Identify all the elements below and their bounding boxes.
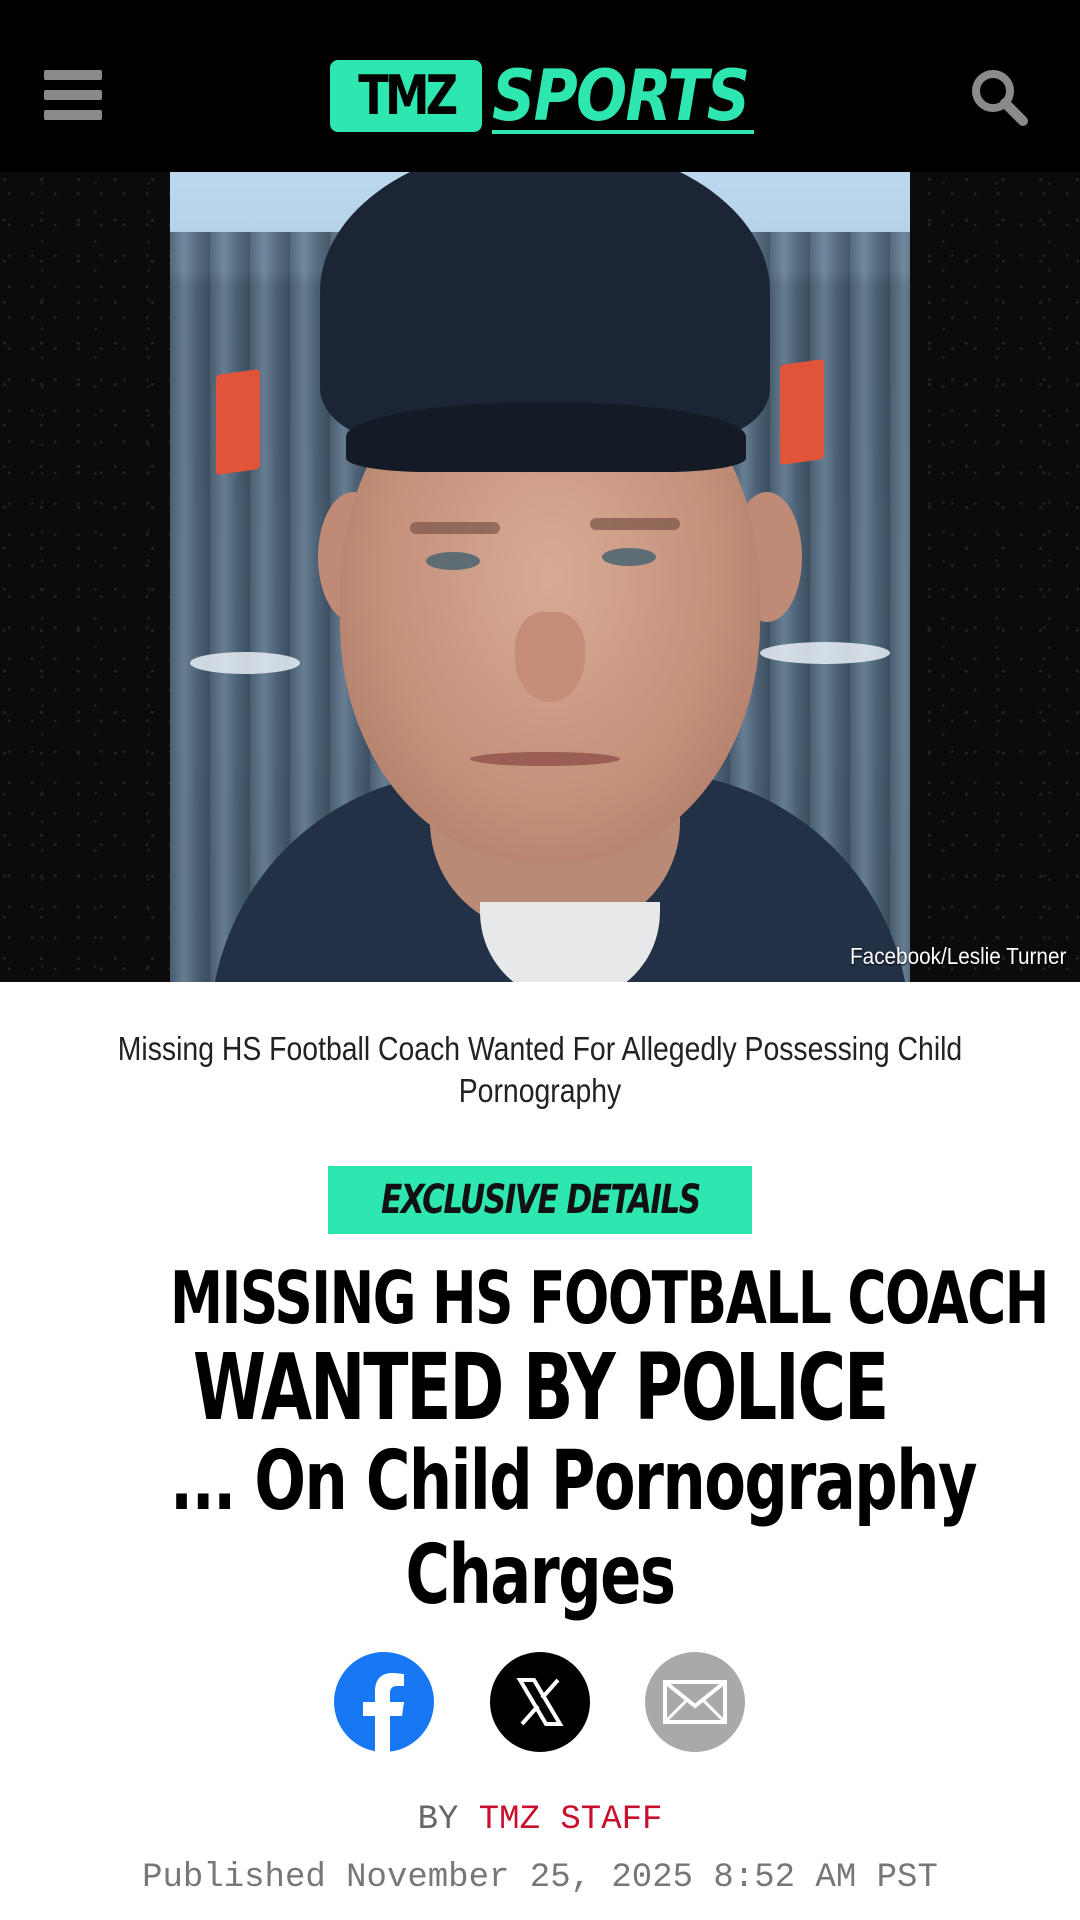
photo-swoosh-logo <box>760 642 890 664</box>
author-link[interactable]: TMZ STAFF <box>479 1801 663 1839</box>
tmz-sports-logo[interactable]: TMZ SPORTS <box>330 56 754 136</box>
headline-line: WANTED BY POLICE <box>192 1334 889 1441</box>
photo-person-brow <box>410 522 500 534</box>
photo-person-cap-brim <box>346 402 746 472</box>
logo-underline <box>492 130 754 134</box>
email-share-button[interactable] <box>645 1652 745 1752</box>
facebook-share-button[interactable] <box>334 1652 434 1752</box>
photo-orange-panel <box>216 368 260 476</box>
article-headline: MISSING HS FOOTBALL COACH WANTED BY POLI… <box>40 1254 1049 1623</box>
hero-image-area: Facebook/Leslie Turner <box>0 172 1080 982</box>
logo-tmz-mark: TMZ <box>330 60 482 132</box>
headline-line: MISSING HS FOOTBALL COACH <box>170 1256 1049 1340</box>
exclusive-badge[interactable]: EXCLUSIVE DETAILS <box>328 1166 752 1234</box>
exclusive-badge-label: EXCLUSIVE DETAILS <box>380 1177 701 1223</box>
article-photo[interactable] <box>170 172 910 982</box>
top-nav-bar: TMZ SPORTS <box>0 0 1080 172</box>
photo-credit: Facebook/Leslie Turner <box>849 943 1066 969</box>
x-share-button[interactable] <box>490 1652 590 1752</box>
photo-swoosh-logo <box>190 652 300 674</box>
photo-person-mouth <box>470 752 620 766</box>
x-icon <box>516 1678 564 1726</box>
photo-person-brow <box>590 518 680 530</box>
byline: BY TMZ STAFF <box>0 1800 1080 1840</box>
logo-sports-text: SPORTS <box>492 55 750 137</box>
hamburger-menu-icon[interactable] <box>44 70 102 120</box>
headline-line: Charges <box>405 1528 676 1623</box>
facebook-icon <box>363 1673 404 1752</box>
headline-line: ... On Child Pornography <box>170 1434 978 1529</box>
share-bar <box>0 1652 1080 1752</box>
search-icon[interactable] <box>968 66 1030 128</box>
published-date: Published November 25, 2025 8:52 AM PST <box>142 1859 938 1897</box>
image-caption: Missing HS Football Coach Wanted For All… <box>117 1030 963 1109</box>
photo-person-eye <box>602 548 656 566</box>
photo-person-nose <box>515 612 585 702</box>
mail-icon <box>663 1680 727 1724</box>
byline-label: BY <box>417 1801 459 1839</box>
logo-tmz-text: TMZ <box>357 64 458 127</box>
photo-person-eye <box>426 552 480 570</box>
photo-orange-panel <box>780 358 824 466</box>
photo-person-collar <box>480 902 660 982</box>
